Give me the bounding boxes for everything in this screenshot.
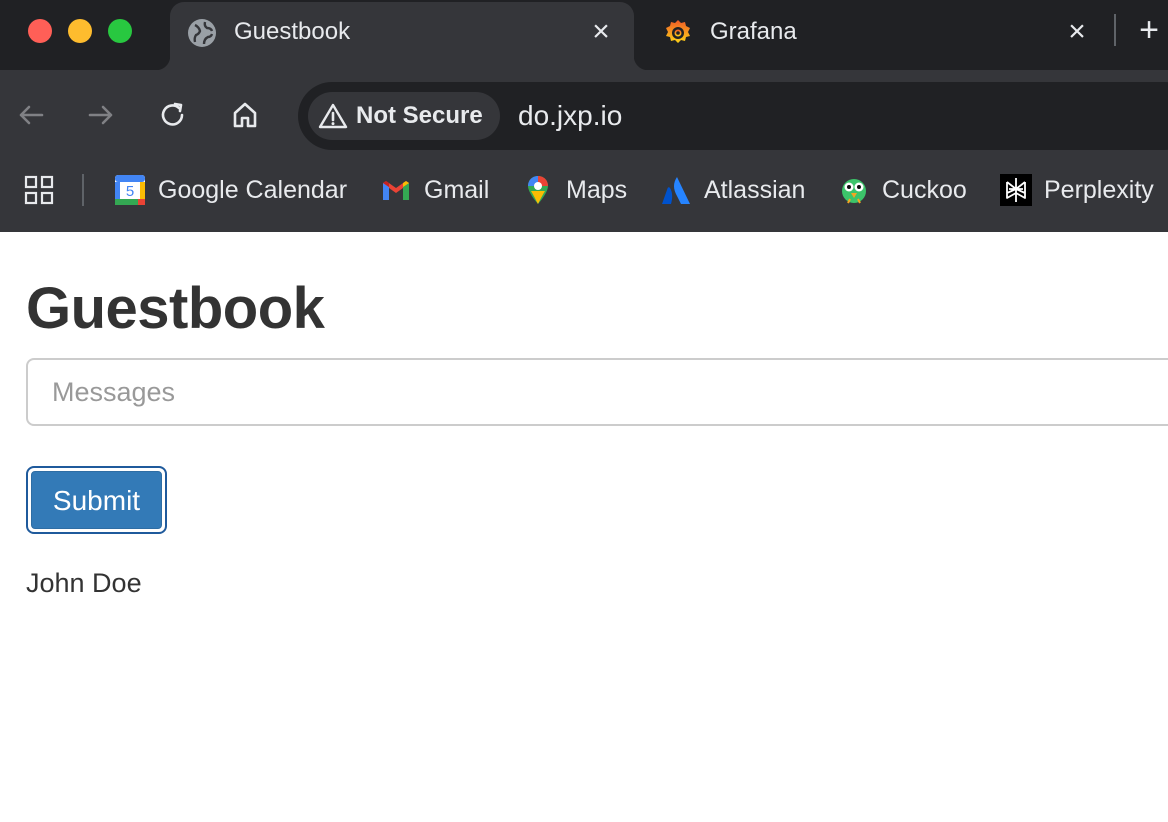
submit-button[interactable]: Submit (26, 466, 167, 534)
page-content: Guestbook Submit John Doe (0, 232, 1168, 822)
bookmark-label: Google Calendar (158, 176, 348, 204)
tab-guestbook[interactable]: Guestbook × (156, 2, 648, 70)
message-input[interactable] (26, 358, 1168, 426)
security-label: Not Secure (356, 102, 483, 129)
guestbook-entry: John Doe (26, 568, 142, 598)
tab-title: Guestbook (234, 18, 351, 45)
bookmark-label: Cuckoo (882, 176, 967, 204)
back-arrow-icon[interactable] (14, 98, 48, 132)
atlassian-icon (662, 177, 690, 204)
tab-strip: Guestbook × Grafana × + (0, 0, 1168, 70)
address-bar[interactable]: Not Secure do.jxp.io (298, 82, 1168, 150)
apps-grid-icon[interactable] (24, 175, 54, 205)
bookmark-label: Maps (566, 176, 628, 204)
bookmark-label: Gmail (424, 176, 490, 204)
submit-button-label: Submit (31, 471, 162, 529)
window-minimize-button[interactable] (68, 19, 92, 43)
perplexity-icon (1000, 174, 1032, 206)
security-indicator[interactable]: Not Secure (308, 92, 500, 140)
url-text[interactable]: do.jxp.io (518, 99, 622, 133)
globe-icon (188, 19, 216, 47)
close-tab-icon[interactable]: × (1062, 17, 1092, 48)
google-calendar-icon: 5 (115, 175, 145, 205)
bookmark-label: Perplexity (1044, 176, 1154, 204)
warning-icon (318, 103, 348, 129)
browser-toolbar: Not Secure do.jxp.io (0, 70, 1168, 162)
svg-text:5: 5 (126, 183, 134, 200)
bookmarks-divider (82, 174, 84, 206)
tab-title: Grafana (710, 18, 797, 45)
tab-divider (1114, 14, 1116, 46)
bookmark-label: Atlassian (704, 176, 806, 204)
bookmarks-bar: 5 Google Calendar Gmail Maps Atlassian C… (0, 150, 1168, 232)
window-close-button[interactable] (28, 19, 52, 43)
cuckoo-icon (842, 179, 866, 204)
grafana-icon (666, 20, 690, 43)
window-maximize-button[interactable] (108, 19, 132, 43)
tab-grafana[interactable]: Grafana × (646, 2, 1108, 70)
close-tab-icon[interactable]: × (586, 17, 616, 48)
maps-icon (528, 176, 548, 204)
home-icon[interactable] (228, 98, 262, 132)
forward-arrow-icon[interactable] (84, 98, 118, 132)
new-tab-button[interactable]: + (1134, 13, 1164, 47)
page-title: Guestbook (26, 276, 325, 341)
gmail-icon (383, 181, 409, 200)
reload-icon[interactable] (156, 98, 190, 132)
